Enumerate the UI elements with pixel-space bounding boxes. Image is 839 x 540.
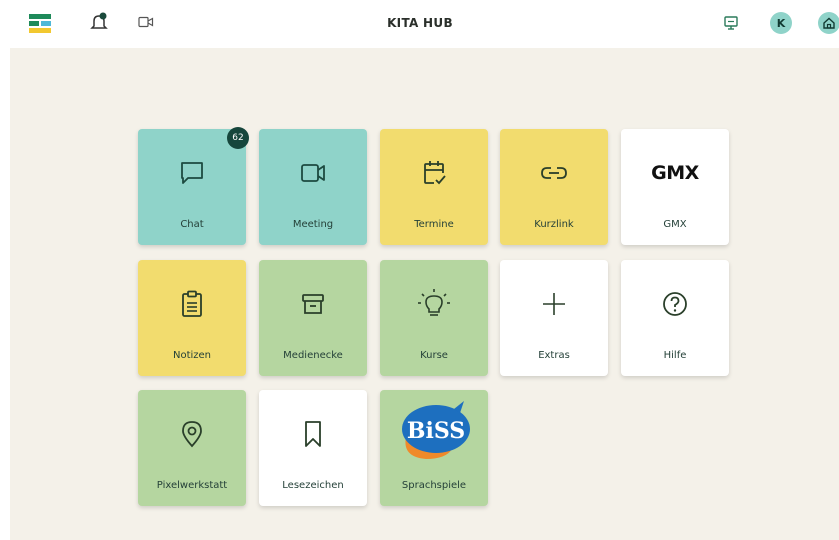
notification-bell-icon[interactable]	[90, 12, 108, 32]
tile-label: Termine	[414, 219, 454, 230]
tile-termine[interactable]: Termine	[380, 129, 488, 245]
bookmark-icon	[259, 414, 367, 454]
biss-logo: BiSS	[380, 400, 488, 464]
monitor-icon[interactable]	[723, 15, 739, 31]
tile-medienecke[interactable]: Medienecke	[259, 260, 367, 376]
tile-label: Kurzlink	[534, 219, 574, 230]
tile-chat[interactable]: 62 Chat	[138, 127, 249, 245]
tile-hilfe[interactable]: Hilfe	[621, 260, 729, 376]
home-icon[interactable]	[818, 12, 839, 34]
tile-extras[interactable]: Extras	[500, 260, 608, 376]
tile-label: Sprachspiele	[401, 480, 467, 491]
archive-box-icon	[259, 284, 367, 324]
question-circle-icon	[621, 284, 729, 324]
tile-gmx[interactable]: GMX GMX	[621, 129, 729, 245]
tile-label: Chat	[180, 219, 204, 230]
tile-kurse[interactable]: Kurse	[380, 260, 488, 376]
unread-count-badge: 62	[227, 127, 249, 149]
tile-label: Kurse	[420, 350, 448, 361]
tile-label: Pixelwerkstatt	[156, 480, 228, 491]
tile-label: Medienecke	[283, 350, 343, 361]
tile-sprachspiele[interactable]: BiSS Sprachspiele	[380, 390, 488, 506]
app-logo-icon[interactable]	[29, 14, 51, 34]
tile-label: Hilfe	[663, 350, 687, 361]
location-pin-icon	[138, 414, 246, 454]
gmx-logo: GMX	[651, 162, 699, 184]
tile-lesezeichen[interactable]: Lesezeichen	[259, 390, 367, 506]
tile-label: GMX	[663, 219, 687, 230]
video-camera-icon	[259, 153, 367, 193]
plus-icon	[500, 284, 608, 324]
tile-notizen[interactable]: Notizen	[138, 260, 246, 376]
tile-kurzlink[interactable]: Kurzlink	[500, 129, 608, 245]
calendar-check-icon	[380, 153, 488, 193]
lightbulb-icon	[380, 284, 488, 324]
tile-label: Lesezeichen	[282, 480, 344, 491]
tile-label: Extras	[538, 350, 570, 361]
tile-label: Notizen	[172, 350, 212, 361]
svg-text:BiSS: BiSS	[407, 418, 465, 444]
clipboard-icon	[138, 284, 246, 324]
video-call-icon[interactable]	[138, 16, 154, 28]
chat-bubble-icon	[138, 153, 246, 193]
user-avatar[interactable]: K	[770, 12, 792, 34]
link-icon	[500, 153, 608, 193]
tile-meeting[interactable]: Meeting	[259, 129, 367, 245]
top-bar: KITA HUB K	[0, 0, 839, 48]
app-title: KITA HUB	[387, 16, 453, 30]
tile-pixelwerkstatt[interactable]: Pixelwerkstatt	[138, 390, 246, 506]
tile-label: Meeting	[292, 219, 334, 230]
